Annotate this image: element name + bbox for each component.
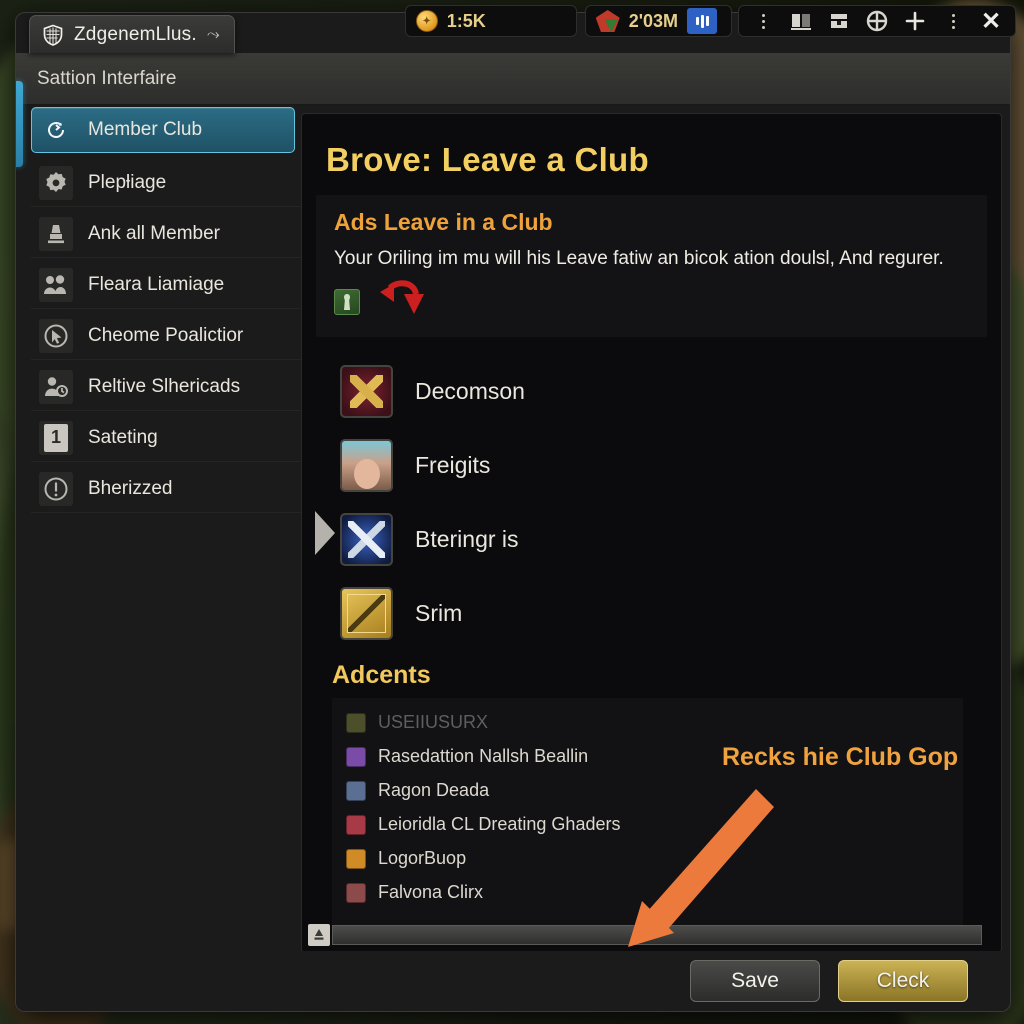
currency-counter-coin[interactable]: ✦ 1:5K <box>404 5 577 37</box>
book-icon[interactable] <box>785 7 817 35</box>
window-icon-group: ✕ <box>738 5 1016 37</box>
sidebar-item-label: Bherizzed <box>88 477 173 499</box>
window-title-text: ZdgenemLlus. <box>74 23 197 45</box>
sidebar-item-label: Sateting <box>88 426 158 448</box>
sidebar-item-fleara-liamiage[interactable]: Fleara Liamiage <box>31 261 301 309</box>
crossed-swords-avatar <box>340 513 393 567</box>
number-one-icon: 1 <box>39 420 73 455</box>
green-item-icon[interactable] <box>334 289 360 316</box>
adcent-icon <box>346 780 366 801</box>
gem-value: 2'03M <box>628 10 678 31</box>
annotation-callout-text: Recks hie Club Gop <box>722 743 959 771</box>
sidebar-item-member-club[interactable]: Member Club <box>31 107 295 153</box>
close-icon[interactable]: ✕ <box>975 7 1007 35</box>
bar-chart-icon[interactable] <box>687 8 717 34</box>
portrait-avatar <box>340 439 393 493</box>
scroll-handle-icon[interactable] <box>308 924 330 946</box>
refresh-circle-icon <box>39 113 73 147</box>
alert-circle-icon <box>39 471 73 506</box>
sidebar-item-label: Ank all Member <box>88 222 220 244</box>
cursor-circle-icon <box>39 318 73 353</box>
adcent-icon <box>346 712 366 733</box>
adcent-label: Leioridla CL Dreating Ghaders <box>378 814 621 835</box>
sidebar-item-sateting[interactable]: 1 Sateting <box>31 414 301 462</box>
member-name: Decomson <box>415 378 525 405</box>
kebab-menu-icon[interactable] <box>937 7 969 35</box>
adcent-icon <box>346 746 366 767</box>
adcent-icon <box>346 814 366 835</box>
save-button[interactable]: Save <box>690 960 820 1002</box>
list-item[interactable]: USEIIUSURX <box>332 706 963 740</box>
adcent-icon <box>346 848 366 869</box>
sidebar-item-cheome-poalictior[interactable]: Cheome Poalictior <box>31 312 301 360</box>
sidebar-item-label: Plepƚiage <box>88 171 167 193</box>
adcent-label: Ragon Deada <box>378 780 490 801</box>
tab-close-icon[interactable]: ⤳ <box>207 26 220 44</box>
page-title: Brove: Leave a Club <box>326 141 649 178</box>
gold-blade-avatar <box>340 587 393 641</box>
check-button[interactable]: Cleck <box>838 960 968 1002</box>
stamp-icon <box>39 216 73 251</box>
coin-value: 1:5K <box>446 10 486 31</box>
chest-icon[interactable] <box>823 7 855 35</box>
window-title-tab[interactable]: ZdgenemLlus. ⤳ <box>29 15 235 53</box>
play-triangle-icon[interactable] <box>315 511 335 555</box>
notice-heading: Ads Leave in a Club <box>334 209 553 235</box>
sidebar-item-bherizzed[interactable]: Bherizzed <box>31 465 301 513</box>
sidebar-item-label: Reltive Slhericads <box>88 375 241 397</box>
adcent-label: Falvona Clirx <box>378 882 484 903</box>
person-clock-icon <box>39 369 73 404</box>
shield-icon <box>42 24 64 46</box>
adcent-icon <box>346 882 366 903</box>
sidebar-item-reltive-slhericads[interactable]: Reltive Slhericads <box>31 363 301 411</box>
adcent-label: USEIIUSURX <box>378 712 489 733</box>
sidebar-item-plepliage[interactable]: Plepƚiage <box>31 159 301 207</box>
gear-icon <box>39 165 73 200</box>
footer-bar: Save Cleck <box>16 951 1010 1011</box>
member-name: Srim <box>415 600 463 627</box>
globe-icon[interactable] <box>861 7 893 35</box>
crest-avatar <box>340 365 393 419</box>
sidebar-item-label: Fleara Liamiage <box>88 273 225 295</box>
currency-counter-gem[interactable]: 2'03M <box>584 5 732 37</box>
gem-icon <box>595 10 620 32</box>
list-item[interactable]: Bteringr is <box>310 503 1001 577</box>
header-title: Sattion Interfaire <box>37 67 177 89</box>
member-name: Bteringr is <box>415 526 519 553</box>
list-item[interactable]: Srim <box>310 577 1001 651</box>
sidebar: Member Club Plepƚiage Ank all Member Fle… <box>16 105 301 953</box>
plus-icon[interactable] <box>899 7 931 35</box>
kebab-menu-icon[interactable] <box>747 7 779 35</box>
member-name: Freigits <box>415 452 491 479</box>
notice-icon-row <box>334 280 969 325</box>
list-item[interactable]: Freigits <box>310 429 1001 503</box>
window-header: Sattion Interfaire <box>16 53 1010 105</box>
notice-box: Ads Leave in a Club Your Oriling im mu w… <box>316 195 987 337</box>
coin-icon: ✦ <box>415 10 438 32</box>
group-icon <box>39 267 73 302</box>
adcent-label: Rasedattion Nallsh Beallin <box>378 746 589 767</box>
list-item[interactable]: Decomson <box>310 355 1001 429</box>
notice-body: Your Oriling im mu will his Leave fatiw … <box>334 248 944 269</box>
sidebar-item-ank-all-member[interactable]: Ank all Member <box>31 210 301 258</box>
app-window: ZdgenemLlus. ⤳ Sattion Interfaire Member… <box>15 12 1011 1012</box>
sidebar-item-label: Cheome Poalictior <box>88 324 244 346</box>
adcent-label: LogorBuop <box>378 848 467 869</box>
red-undo-arrow-icon <box>374 280 430 325</box>
sidebar-item-label: Member Club <box>88 119 203 140</box>
member-list: Decomson Freigits Bteringr is Srim <box>302 337 1001 655</box>
adcents-heading: Adcents <box>332 660 431 689</box>
annotation-arrow-icon <box>628 789 774 947</box>
edge-accent-tab[interactable] <box>16 81 23 167</box>
